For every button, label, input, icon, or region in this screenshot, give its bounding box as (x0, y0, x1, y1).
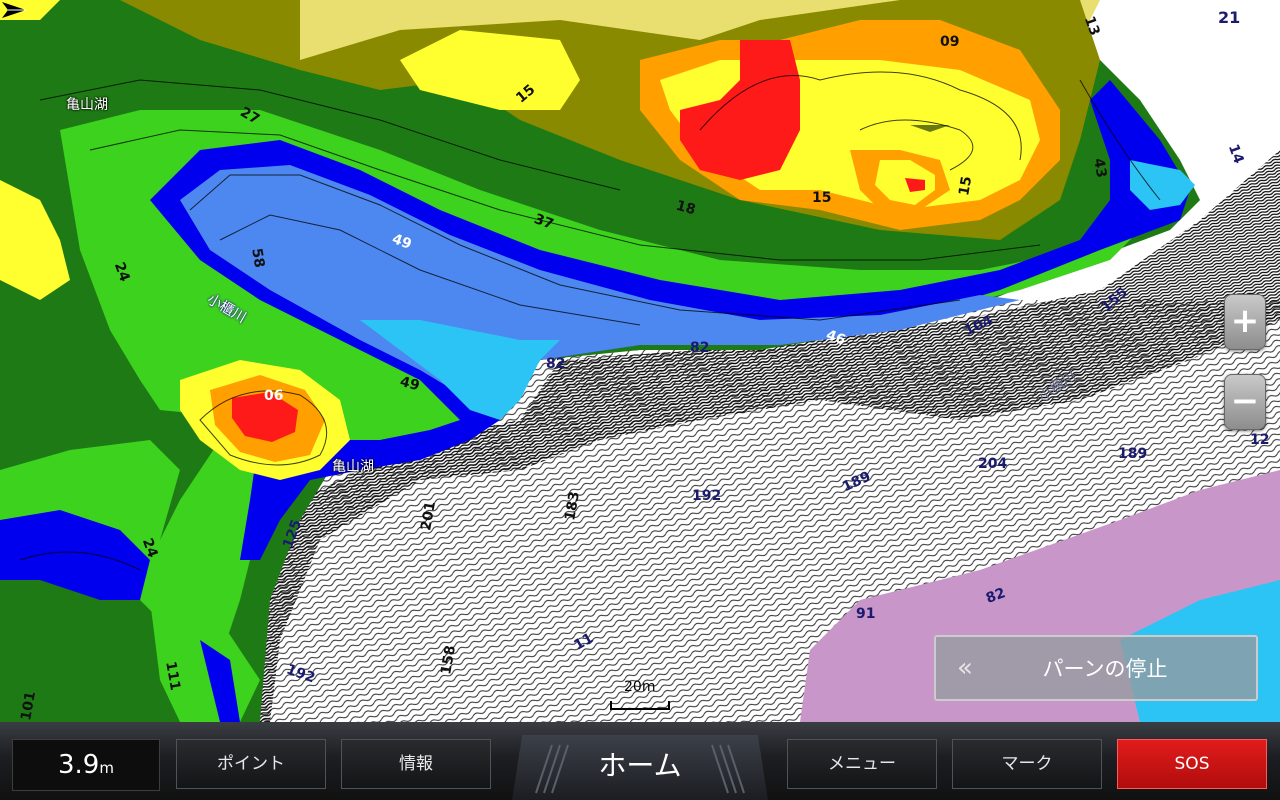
zoom-out-button[interactable]: − (1224, 374, 1266, 430)
contour-map[interactable]: 21 13 09 15 27 14 43 18 15 15 37 24 58 4… (0, 0, 1280, 722)
depth-label: 15 (956, 175, 976, 197)
scale-label: 20m (624, 679, 656, 695)
heading-arrow-icon (2, 2, 26, 18)
depth-label: 189 (1118, 446, 1148, 462)
depth-readout: 3.9m (12, 739, 160, 791)
menu-button[interactable]: メニュー (787, 739, 937, 789)
lake-name-label: 亀山湖 (332, 459, 374, 475)
depth-label: 192 (692, 488, 722, 504)
map-shading (0, 0, 1280, 722)
sos-button[interactable]: SOS (1117, 739, 1267, 789)
stop-pan-label: パーンの停止 (1042, 657, 1168, 681)
home-decor-icon (711, 744, 745, 794)
scale-bar: 20m (608, 679, 670, 715)
double-chevron-left-icon: « (957, 653, 973, 683)
stop-pan-button[interactable]: « パーンの停止 (934, 635, 1258, 701)
depth-label: 82 (690, 340, 710, 356)
home-decor-icon (535, 744, 569, 794)
depth-label: 15 (812, 190, 832, 206)
depth-label: 82 (546, 356, 566, 372)
zoom-in-button[interactable]: + (1224, 294, 1266, 350)
home-button[interactable]: ホーム (512, 735, 768, 800)
point-button[interactable]: ポイント (176, 739, 326, 789)
home-label: ホーム (598, 749, 682, 782)
depth-value: 3.9 (58, 750, 100, 780)
depth-label: 204 (978, 456, 1008, 472)
depth-label: 12 (1250, 432, 1270, 448)
depth-label: 09 (940, 34, 960, 50)
info-button[interactable]: 情報 (341, 739, 491, 789)
lake-name-label: 亀山湖 (66, 97, 108, 113)
depth-label: 58 (248, 247, 268, 269)
scale-bar-line (610, 701, 670, 710)
depth-label: 06 (264, 388, 284, 404)
depth-label: 21 (1218, 8, 1241, 27)
depth-label: 91 (856, 606, 876, 622)
depth-unit: m (99, 759, 114, 777)
mark-button[interactable]: マーク (952, 739, 1102, 789)
depth-label: 43 (1090, 157, 1110, 179)
